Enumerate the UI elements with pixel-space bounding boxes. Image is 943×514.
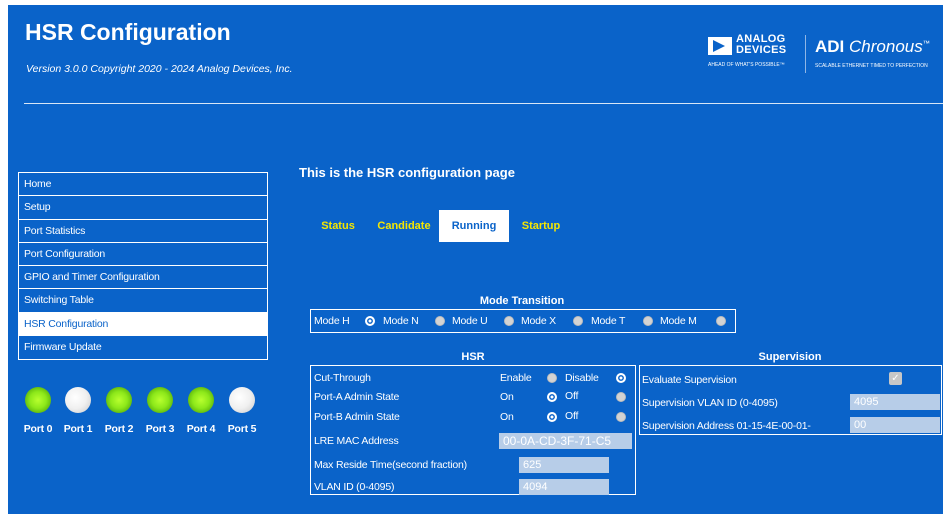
logo-wordmark: ANALOG DEVICES — [736, 33, 787, 56]
port-3-led-icon — [147, 387, 173, 413]
header-divider — [24, 103, 943, 104]
mode-u-label: Mode U — [452, 315, 488, 327]
port-0-led-icon — [25, 387, 51, 413]
hsr-box: Cut-Through Enable Disable Port-A Admin … — [310, 365, 636, 495]
supervision-box: Evaluate Supervision ✓ Supervision VLAN … — [639, 365, 942, 435]
mode-transition-box: Mode H Mode N Mode U Mode X Mode T Mode … — [310, 309, 736, 333]
evaluate-supervision-checkbox[interactable]: ✓ — [889, 372, 902, 385]
lre-mac-label: LRE MAC Address — [314, 435, 399, 447]
port-0-status: Port 0 — [18, 387, 58, 435]
port-b-off-radio[interactable] — [616, 412, 626, 422]
port-a-admin-label: Port-A Admin State — [314, 391, 400, 403]
mode-t-radio[interactable] — [643, 316, 653, 326]
nav-item-home[interactable]: Home — [19, 173, 267, 197]
port-2-led-icon — [106, 387, 132, 413]
cut-through-disable-radio[interactable] — [616, 373, 626, 383]
cut-through-enable-label: Enable — [500, 372, 532, 384]
supervision-address-input[interactable]: 00 — [850, 417, 940, 433]
port-1-status: Port 1 — [58, 387, 98, 435]
port-3-status: Port 3 — [140, 387, 180, 435]
port-5-led-icon — [229, 387, 255, 413]
tab-status[interactable]: Status — [312, 210, 364, 242]
port-a-on-radio[interactable] — [547, 392, 557, 402]
analog-devices-logo: ANALOG DEVICES AHEAD OF WHAT'S POSSIBLE™ — [708, 33, 800, 73]
supervision-title: Supervision — [758, 351, 822, 363]
supervision-vlan-input[interactable]: 4095 — [850, 394, 940, 410]
mode-h-radio[interactable] — [365, 316, 375, 326]
mode-m-label: Mode M — [660, 315, 697, 327]
port-4-status: Port 4 — [181, 387, 221, 435]
max-reside-label: Max Reside Time(second fraction) — [314, 459, 467, 471]
page-heading: This is the HSR configuration page — [299, 165, 515, 180]
nav-item-switching-table[interactable]: Switching Table — [19, 289, 267, 313]
tab-running[interactable]: Running — [439, 210, 509, 242]
sidebar-nav: Home Setup Port Statistics Port Configur… — [18, 172, 268, 361]
tab-candidate[interactable]: Candidate — [372, 210, 436, 242]
port-1-led-icon — [65, 387, 91, 413]
lre-mac-field: 00-0A-CD-3F-71-C5 — [499, 433, 632, 449]
cut-through-disable-label: Disable — [565, 372, 599, 384]
nav-item-setup[interactable]: Setup — [19, 196, 267, 220]
cut-through-enable-radio[interactable] — [547, 373, 557, 383]
port-b-off-label: Off — [565, 410, 579, 422]
nav-item-firmware-update[interactable]: Firmware Update — [19, 336, 267, 359]
mode-x-label: Mode X — [521, 315, 556, 327]
app-window: HSR Configuration Version 3.0.0 Copyrigh… — [8, 5, 943, 514]
port-a-off-radio[interactable] — [616, 392, 626, 402]
mode-transition-title: Mode Transition — [479, 295, 565, 307]
nav-item-gpio-timer[interactable]: GPIO and Timer Configuration — [19, 266, 267, 290]
analog-devices-logo-icon — [708, 37, 732, 55]
product-logo: ADI Chronous™ — [815, 37, 930, 56]
page-header-title: HSR Configuration — [25, 19, 231, 45]
mode-h-label: Mode H — [314, 315, 350, 327]
mode-u-radio[interactable] — [504, 316, 514, 326]
port-5-status: Port 5 — [222, 387, 262, 435]
supervision-address-label: Supervision Address 01-15-4E-00-01- — [642, 420, 811, 432]
mode-x-radio[interactable] — [573, 316, 583, 326]
port-4-led-icon — [188, 387, 214, 413]
hsr-title: HSR — [461, 351, 485, 363]
port-a-on-label: On — [500, 391, 514, 403]
logo-divider — [805, 35, 806, 73]
mode-n-label: Mode N — [383, 315, 419, 327]
evaluate-supervision-label: Evaluate Supervision — [642, 374, 737, 386]
mode-t-label: Mode T — [591, 315, 626, 327]
port-a-off-label: Off — [565, 390, 579, 402]
tab-startup[interactable]: Startup — [514, 210, 568, 242]
port-2-status: Port 2 — [99, 387, 139, 435]
supervision-vlan-label: Supervision VLAN ID (0-4095) — [642, 397, 778, 409]
nav-item-port-configuration[interactable]: Port Configuration — [19, 243, 267, 267]
port-b-on-label: On — [500, 411, 514, 423]
product-tagline: SCALABLE ETHERNET TIMED TO PERFECTION — [815, 63, 928, 69]
nav-item-hsr-configuration[interactable]: HSR Configuration — [19, 312, 267, 337]
max-reside-input[interactable]: 625 — [519, 457, 609, 473]
logo-tagline: AHEAD OF WHAT'S POSSIBLE™ — [708, 62, 785, 68]
vlan-id-label: VLAN ID (0-4095) — [314, 481, 395, 493]
port-b-admin-label: Port-B Admin State — [314, 411, 400, 423]
port-b-on-radio[interactable] — [547, 412, 557, 422]
version-copyright: Version 3.0.0 Copyright 2020 - 2024 Anal… — [26, 63, 293, 75]
nav-item-port-statistics[interactable]: Port Statistics — [19, 220, 267, 243]
mode-m-radio[interactable] — [716, 316, 726, 326]
vlan-id-input[interactable]: 4094 — [519, 479, 609, 495]
cut-through-label: Cut-Through — [314, 372, 371, 384]
mode-n-radio[interactable] — [435, 316, 445, 326]
